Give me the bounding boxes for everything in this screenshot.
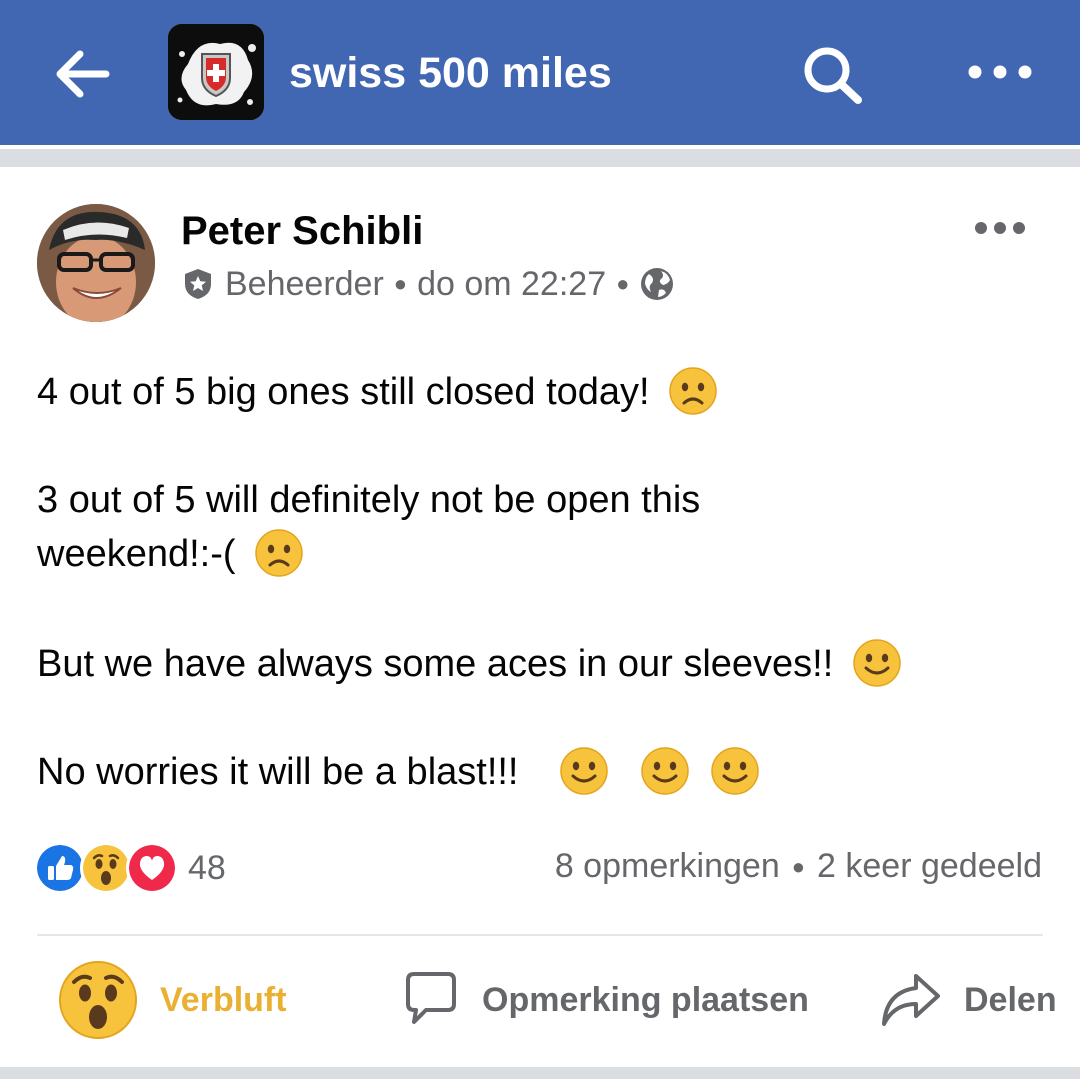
smiling-face-icon <box>711 747 759 795</box>
admin-badge-icon <box>185 269 211 299</box>
post-paragraph-text: But we have always some aces in our slee… <box>37 643 834 685</box>
post-paragraph: 3 out of 5 will definitely not be open t… <box>37 473 797 581</box>
post-paragraph-text: 3 out of 5 will definitely not be open t… <box>37 479 701 575</box>
smiling-face-icon <box>853 639 901 687</box>
frowning-face-icon <box>255 529 303 577</box>
globe-icon <box>641 268 674 300</box>
smiling-face-icon <box>640 747 689 795</box>
search-icon <box>804 47 862 104</box>
avatar[interactable] <box>37 204 155 322</box>
back-arrow-icon <box>56 50 110 98</box>
share-count[interactable]: 2 keer gedeeld <box>817 847 1042 886</box>
share-button[interactable]: Delen <box>880 957 1057 1043</box>
timestamp[interactable]: do om 22:27 <box>417 265 606 304</box>
meta-separator: ● <box>393 271 408 296</box>
share-icon <box>882 974 940 1026</box>
wow-reaction-icon <box>80 842 132 894</box>
group-logo-image <box>168 24 264 120</box>
post-card: Peter Schibli Beheerder ● do om 22:27 ● … <box>0 167 1080 1067</box>
avatar-image <box>37 204 155 322</box>
search-button[interactable] <box>800 44 866 106</box>
group-title[interactable]: swiss 500 miles <box>289 47 612 99</box>
more-icon <box>968 65 1032 79</box>
role-label: Beheerder <box>225 264 384 303</box>
share-label: Delen <box>964 980 1057 1019</box>
comment-label: Opmerking plaatsen <box>482 980 809 1019</box>
post-stats: 8 opmerkingen ● 2 keer gedeeld <box>555 847 1042 886</box>
meta-separator: ● <box>616 271 630 296</box>
more-icon <box>975 222 1025 234</box>
comment-icon <box>406 972 456 1024</box>
frowning-face-icon <box>669 367 717 415</box>
react-label: Verbluft <box>160 980 287 1019</box>
stats-separator: ● <box>791 853 806 879</box>
wow-reaction-icon <box>59 961 137 1039</box>
group-logo[interactable] <box>168 24 264 120</box>
more-options-button[interactable] <box>965 57 1035 87</box>
comment-button[interactable]: Opmerking plaatsen <box>400 957 809 1043</box>
post-paragraph: No worries it will be a blast!!! <box>37 745 760 799</box>
post-paragraph: 4 out of 5 big ones still closed today! <box>37 365 718 419</box>
reaction-summary[interactable]: 48 <box>34 842 226 894</box>
smiling-face-icon <box>560 747 608 795</box>
post-meta: Beheerder ● do om 22:27 ● <box>181 262 675 306</box>
back-button[interactable] <box>52 46 112 102</box>
love-reaction-icon <box>126 842 178 894</box>
post-paragraph-text: No worries it will be a blast!!! <box>37 751 519 793</box>
post-paragraph-text: 4 out of 5 big ones still closed today! <box>37 371 650 413</box>
action-divider <box>37 934 1043 936</box>
reaction-count: 48 <box>188 848 226 887</box>
like-reaction-icon <box>34 842 86 894</box>
header-separator <box>0 145 1080 149</box>
post-options-button[interactable] <box>973 217 1027 239</box>
comment-count[interactable]: 8 opmerkingen <box>555 847 780 886</box>
app-header: swiss 500 miles <box>0 0 1080 145</box>
author-name[interactable]: Peter Schibli <box>181 207 423 255</box>
react-button[interactable]: Verbluft <box>58 957 287 1043</box>
post-paragraph: But we have always some aces in our slee… <box>37 637 902 691</box>
